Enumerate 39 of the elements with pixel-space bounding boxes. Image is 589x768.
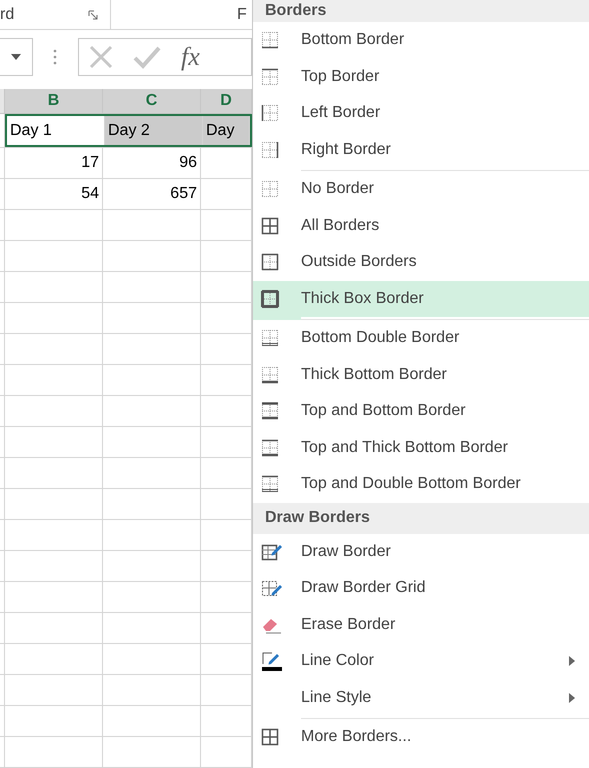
menu-item[interactable]: Thick Box Border (253, 280, 589, 320)
table-cell-text: 96 (179, 153, 197, 173)
top-thick-bottom-border-icon (261, 438, 279, 457)
thick-bottom-border-icon (261, 366, 279, 384)
table-cell-text: 657 (170, 184, 197, 204)
top-double-bottom-border-icon (261, 475, 279, 494)
menu-section-header: Borders (253, 0, 589, 22)
check-icon[interactable] (133, 45, 161, 69)
submenu-arrow-icon (569, 656, 575, 666)
table-cell-text: Day 1 (10, 120, 52, 140)
left-border-icon (261, 104, 279, 122)
no-border-icon (261, 180, 279, 198)
all-borders-icon (261, 216, 279, 235)
menu-section-header: Draw Borders (253, 502, 589, 534)
ribbon-group-label: F (237, 4, 247, 24)
top-border-icon (261, 68, 279, 86)
vertical-dots-icon (53, 48, 57, 66)
name-box[interactable] (0, 38, 33, 76)
bottom-double-border-icon (261, 329, 279, 348)
thick-box-border-icon (261, 290, 279, 308)
column-header[interactable]: B (5, 89, 103, 113)
right-border-icon (261, 140, 279, 159)
line-color-icon (261, 650, 283, 672)
table-cell-text: Day (206, 120, 234, 140)
bottom-border-icon (261, 31, 279, 50)
table-cell-text: 54 (81, 184, 99, 204)
column-header[interactable]: D (201, 89, 252, 113)
outside-borders-icon (261, 253, 279, 272)
table-cell-text: 17 (81, 153, 99, 173)
dropdown-caret-icon (11, 54, 21, 60)
table-cell-text: Day 2 (108, 120, 150, 140)
submenu-arrow-icon (569, 692, 575, 703)
top-bottom-border-icon (261, 402, 279, 420)
all-borders-icon (261, 728, 279, 746)
column-header[interactable]: C (103, 89, 201, 113)
insert-function-button[interactable]: fx (181, 44, 200, 70)
pencil-grid-icon (261, 578, 283, 598)
ribbon-group-label: rd (0, 4, 16, 24)
dialog-launcher-icon[interactable] (88, 10, 98, 20)
